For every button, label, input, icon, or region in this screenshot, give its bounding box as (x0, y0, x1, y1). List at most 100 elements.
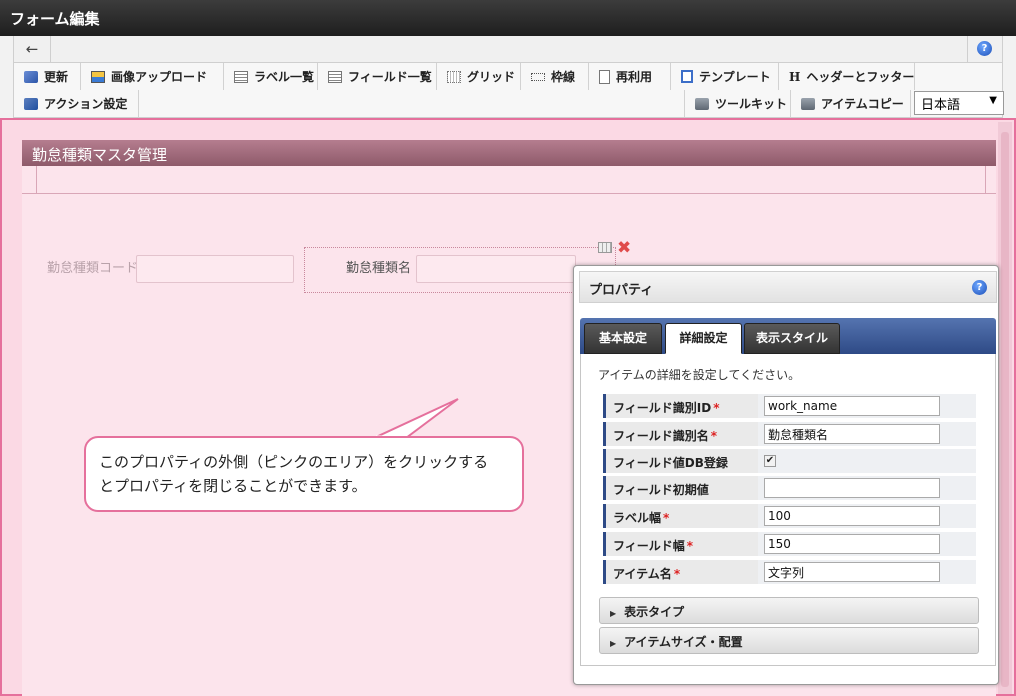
refresh-button[interactable]: 更新 (14, 63, 81, 90)
item-close-icon[interactable]: ✖ (617, 238, 631, 258)
property-label: フィールド値DB登録 (603, 449, 758, 473)
reuse-label: 再利用 (616, 70, 653, 84)
divider (985, 166, 986, 194)
document-icon (599, 69, 610, 84)
label-list-button[interactable]: ラベル一覧 (224, 63, 318, 90)
property-label: フィールド識別名 * (603, 422, 758, 446)
frame-icon (531, 72, 545, 81)
back-arrow-icon[interactable]: ← (14, 36, 51, 62)
vertical-scrollbar[interactable] (998, 122, 1012, 694)
template-button[interactable]: テンプレート (671, 63, 779, 90)
refresh-icon (24, 70, 38, 83)
property-row: フィールド値DB登録 ✔ (603, 449, 976, 475)
language-select[interactable]: 日本語 ▼ (914, 91, 1004, 115)
field-input-name[interactable] (416, 255, 576, 283)
tab-detail-settings[interactable]: 詳細設定 (665, 323, 742, 354)
list-icon (328, 70, 342, 83)
field-input-code[interactable] (136, 255, 294, 283)
property-value (758, 394, 976, 418)
toolkit-label: ツールキット (715, 97, 788, 111)
image-upload-icon (91, 70, 105, 83)
expand-arrow-icon: ▶ (610, 609, 617, 618)
header-footer-label: ヘッダーとフッター (806, 70, 915, 84)
property-value: ✔ (758, 449, 976, 473)
field-label-name: 勤怠種類名 (346, 261, 412, 276)
navigation-bar: ← ? (13, 36, 1003, 63)
field-width-input[interactable] (764, 534, 940, 554)
property-label-text: フィールド識別名 (613, 429, 709, 443)
field-label-code: 勤怠種類コード (47, 261, 139, 276)
toolbox-icon (695, 97, 709, 110)
property-label: フィールド識別ID * (603, 394, 758, 418)
item-copy-button[interactable]: アイテムコピー (791, 90, 911, 117)
help-icon[interactable]: ? (972, 280, 987, 295)
scrollbar-thumb[interactable] (1001, 132, 1009, 687)
tab-display-style[interactable]: 表示スタイル (744, 323, 840, 354)
property-row: フィールド識別名 * (603, 422, 976, 448)
grid-label: グリッド (467, 70, 516, 84)
frame-button[interactable]: 枠線 (521, 63, 589, 90)
divider (967, 36, 968, 62)
toolbar: 更新 画像アップロード ラベル一覧 フィールド一覧 グリッド 枠線 再利用 テン… (13, 63, 1004, 118)
field-list-button[interactable]: フィールド一覧 (318, 63, 437, 90)
item-size-section[interactable]: ▶ アイテムサイズ・配置 (599, 627, 979, 654)
required-mark: * (663, 511, 670, 525)
property-value (758, 532, 976, 556)
action-icon (24, 97, 38, 110)
property-value (758, 476, 976, 500)
required-mark: * (673, 567, 681, 581)
header-footer-button[interactable]: H ヘッダーとフッター (779, 63, 915, 90)
toolkit-button[interactable]: ツールキット (684, 90, 791, 117)
property-label: アイテム名 * (603, 560, 758, 584)
template-label: テンプレート (699, 70, 771, 84)
properties-header: プロパティ ? (579, 271, 997, 303)
item-grid-icon[interactable] (598, 242, 612, 253)
property-value (758, 560, 976, 584)
property-label: フィールド初期値 (603, 476, 758, 500)
required-mark: * (713, 401, 720, 415)
callout-text-line2: とプロパティを閉じることができます。 (99, 477, 367, 495)
field-initial-value-input[interactable] (764, 478, 940, 498)
label-list-label: ラベル一覧 (254, 70, 315, 84)
expand-arrow-icon: ▶ (610, 639, 617, 648)
property-row: アイテム名 * (603, 560, 976, 586)
display-type-section[interactable]: ▶ 表示タイプ (599, 597, 979, 624)
required-mark: * (686, 539, 694, 553)
tab-basic-settings[interactable]: 基本設定 (584, 323, 662, 354)
label-width-input[interactable] (764, 506, 940, 526)
db-register-checkbox[interactable]: ✔ (764, 455, 776, 467)
divider (36, 166, 37, 194)
help-icon[interactable]: ? (977, 41, 992, 56)
toolbox-icon (801, 97, 815, 110)
property-label-text: アイテム名 (613, 567, 672, 581)
property-label: フィールド幅 * (603, 532, 758, 556)
section-label: アイテムサイズ・配置 (624, 635, 743, 649)
action-settings-button[interactable]: アクション設定 (14, 90, 139, 117)
callout-tail (373, 398, 459, 439)
item-copy-label: アイテムコピー (821, 97, 904, 111)
frame-label: 枠線 (551, 70, 576, 84)
field-list-label: フィールド一覧 (348, 70, 432, 84)
field-id-input[interactable] (764, 396, 940, 416)
property-row: フィールド識別ID * (603, 394, 976, 420)
required-mark: * (710, 429, 718, 443)
chevron-down-icon: ▼ (989, 95, 997, 106)
property-row: フィールド幅 * (603, 532, 976, 558)
property-label-text: フィールド幅 (613, 539, 685, 553)
grid-button[interactable]: グリッド (437, 63, 521, 90)
callout: このプロパティの外側（ピンクのエリア）をクリックする とプロパティを閉じることが… (84, 436, 524, 512)
template-icon (681, 70, 693, 83)
section-label: 表示タイプ (624, 605, 685, 619)
window-title: フォーム編集 (0, 0, 1016, 36)
image-upload-button[interactable]: 画像アップロード (81, 63, 224, 90)
properties-description: アイテムの詳細を設定してください。 (598, 368, 801, 382)
list-icon (234, 70, 248, 83)
field-name-input[interactable] (764, 424, 940, 444)
image-upload-label: 画像アップロード (111, 70, 208, 84)
property-row: ラベル幅 * (603, 504, 976, 530)
property-label: ラベル幅 * (603, 504, 758, 528)
property-label-text: ラベル幅 (613, 511, 662, 525)
reuse-button[interactable]: 再利用 (589, 63, 671, 90)
grid-icon (447, 70, 461, 83)
item-name-input[interactable] (764, 562, 940, 582)
